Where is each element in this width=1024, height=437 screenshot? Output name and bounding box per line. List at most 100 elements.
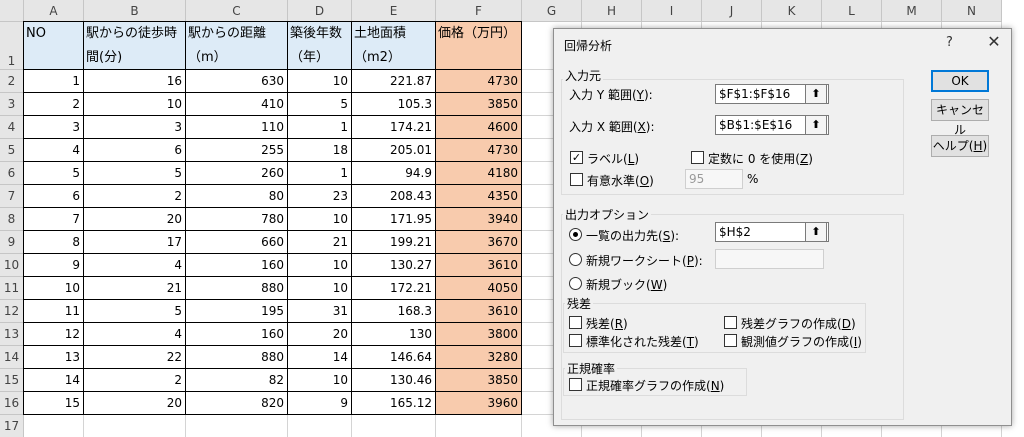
residuals-checkbox[interactable] (569, 316, 582, 329)
row-header[interactable]: 6 (0, 162, 24, 185)
standardized-residuals-checkbox[interactable] (569, 334, 582, 347)
table-header-cell[interactable]: 駅からの徒歩時 間(分) (84, 22, 186, 70)
table-cell[interactable]: 4 (84, 254, 186, 277)
table-cell[interactable]: 130 (352, 323, 436, 346)
line-fit-plots-checkbox[interactable] (724, 334, 737, 347)
row-header[interactable]: 7 (0, 185, 24, 208)
table-cell[interactable]: 3 (84, 116, 186, 139)
row-header[interactable]: 15 (0, 369, 24, 392)
table-cell[interactable]: 16 (84, 70, 186, 93)
table-cell[interactable]: 20 (84, 392, 186, 415)
table-header-cell[interactable]: 価格（万円） (436, 22, 522, 70)
confidence-level-checkbox[interactable] (570, 173, 583, 186)
table-cell[interactable]: 8 (24, 231, 84, 254)
table-cell[interactable]: 4730 (436, 139, 522, 162)
column-header[interactable]: E (352, 0, 436, 22)
column-header[interactable]: F (436, 0, 522, 22)
table-cell[interactable]: 174.21 (352, 116, 436, 139)
table-cell[interactable]: 10 (24, 277, 84, 300)
row-header[interactable]: 4 (0, 116, 24, 139)
table-cell[interactable]: 208.43 (352, 185, 436, 208)
table-cell[interactable]: 3 (24, 116, 84, 139)
table-cell[interactable]: 20 (84, 208, 186, 231)
table-cell[interactable]: 3850 (436, 93, 522, 116)
table-header-cell[interactable]: 駅からの距離 （m） (186, 22, 288, 70)
close-icon[interactable]: ✕ (984, 32, 1004, 52)
table-cell[interactable]: 10 (288, 70, 352, 93)
table-cell[interactable]: 22 (84, 346, 186, 369)
table-cell[interactable]: 3670 (436, 231, 522, 254)
table-cell[interactable]: 3940 (436, 208, 522, 231)
table-cell[interactable]: 10 (84, 93, 186, 116)
table-cell[interactable]: 4350 (436, 185, 522, 208)
table-header-cell[interactable]: 築後年数 （年） (288, 22, 352, 70)
table-cell[interactable]: 82 (186, 369, 288, 392)
table-cell[interactable]: 5 (84, 300, 186, 323)
grid-cell[interactable] (288, 415, 352, 437)
new-worksheet-radio[interactable] (569, 253, 582, 266)
table-cell[interactable]: 880 (186, 277, 288, 300)
table-cell[interactable]: 1 (24, 70, 84, 93)
table-cell[interactable]: 10 (288, 277, 352, 300)
table-cell[interactable]: 10 (288, 208, 352, 231)
row-header[interactable]: 8 (0, 208, 24, 231)
table-header-cell[interactable]: NO (24, 22, 84, 70)
table-cell[interactable]: 3280 (436, 346, 522, 369)
table-cell[interactable]: 1 (288, 162, 352, 185)
grid-cell[interactable] (24, 415, 84, 437)
table-cell[interactable]: 31 (288, 300, 352, 323)
table-cell[interactable]: 4600 (436, 116, 522, 139)
column-header[interactable]: B (84, 0, 186, 22)
column-header[interactable]: D (288, 0, 352, 22)
column-header[interactable]: K (762, 0, 822, 22)
table-cell[interactable]: 110 (186, 116, 288, 139)
table-cell[interactable]: 3960 (436, 392, 522, 415)
table-cell[interactable]: 199.21 (352, 231, 436, 254)
row-header[interactable]: 14 (0, 346, 24, 369)
table-cell[interactable]: 94.9 (352, 162, 436, 185)
row-header[interactable]: 13 (0, 323, 24, 346)
table-cell[interactable]: 5 (24, 162, 84, 185)
table-cell[interactable]: 21 (288, 231, 352, 254)
table-cell[interactable]: 255 (186, 139, 288, 162)
labels-checkbox[interactable]: ✓ (570, 151, 583, 164)
table-cell[interactable]: 9 (24, 254, 84, 277)
table-cell[interactable]: 2 (84, 185, 186, 208)
row-header[interactable]: 2 (0, 70, 24, 93)
help-icon[interactable]: ? (946, 35, 953, 50)
column-header[interactable]: H (582, 0, 642, 22)
table-cell[interactable]: 5 (84, 162, 186, 185)
table-cell[interactable]: 10 (288, 254, 352, 277)
table-cell[interactable]: 6 (24, 185, 84, 208)
help-button[interactable]: ヘルプ(H) (931, 135, 989, 157)
table-cell[interactable]: 13 (24, 346, 84, 369)
table-cell[interactable]: 168.3 (352, 300, 436, 323)
table-cell[interactable]: 1 (288, 116, 352, 139)
column-header[interactable]: N (942, 0, 1002, 22)
table-cell[interactable]: 260 (186, 162, 288, 185)
table-cell[interactable]: 780 (186, 208, 288, 231)
x-range-collapse-icon[interactable]: ⬆ (805, 115, 827, 135)
column-header[interactable]: J (702, 0, 762, 22)
table-cell[interactable]: 172.21 (352, 277, 436, 300)
table-cell[interactable]: 4 (84, 323, 186, 346)
table-cell[interactable]: 171.95 (352, 208, 436, 231)
table-cell[interactable]: 410 (186, 93, 288, 116)
column-header[interactable]: L (822, 0, 882, 22)
table-cell[interactable]: 14 (24, 369, 84, 392)
table-cell[interactable]: 4730 (436, 70, 522, 93)
table-cell[interactable]: 23 (288, 185, 352, 208)
table-cell[interactable]: 9 (288, 392, 352, 415)
table-cell[interactable]: 14 (288, 346, 352, 369)
table-cell[interactable]: 12 (24, 323, 84, 346)
grid-cell[interactable] (352, 415, 436, 437)
y-range-collapse-icon[interactable]: ⬆ (805, 84, 827, 104)
table-cell[interactable]: 6 (84, 139, 186, 162)
table-cell[interactable]: 7 (24, 208, 84, 231)
table-cell[interactable]: 221.87 (352, 70, 436, 93)
table-cell[interactable]: 880 (186, 346, 288, 369)
table-cell[interactable]: 165.12 (352, 392, 436, 415)
column-header[interactable]: G (522, 0, 582, 22)
normal-probability-plots-checkbox[interactable] (569, 378, 582, 391)
column-header[interactable]: I (642, 0, 702, 22)
